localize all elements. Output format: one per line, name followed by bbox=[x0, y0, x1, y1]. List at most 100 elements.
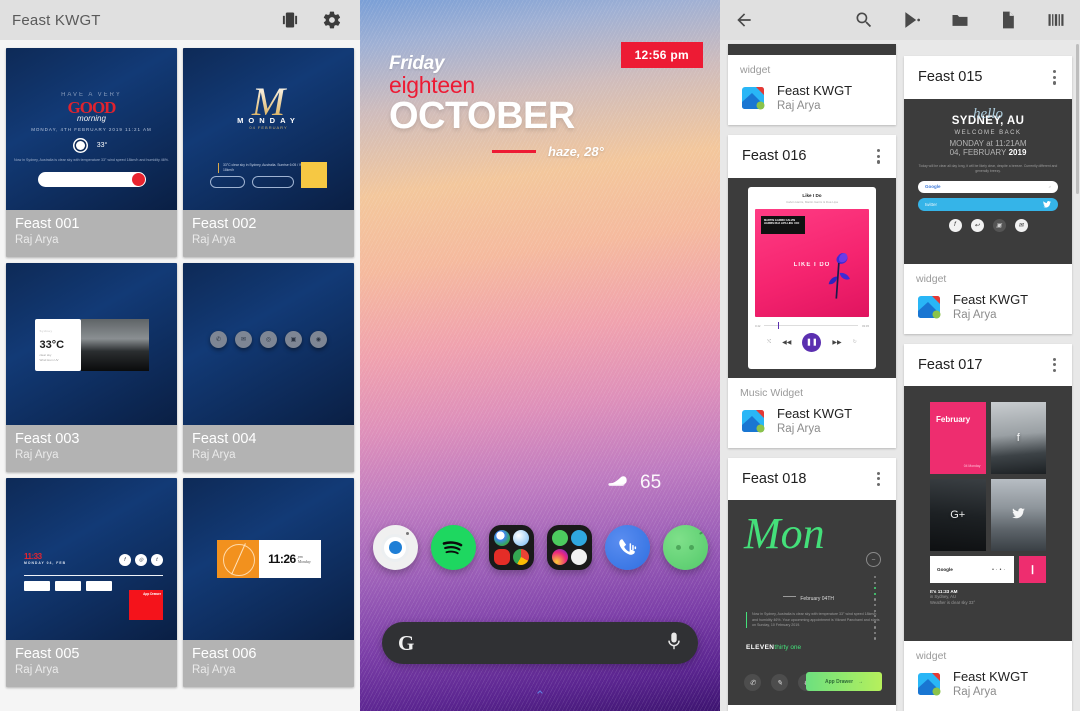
thumb-line-4: MONDAY, 4TH FEBRUARY 2019 11:21 AM bbox=[31, 127, 152, 132]
overflow-menu-icon[interactable] bbox=[1049, 67, 1060, 88]
kwgt-app-icon bbox=[916, 294, 942, 320]
widget-picker-card[interactable]: Feast 016 Like I Do Calvin Harris, Marti… bbox=[728, 135, 896, 448]
widget-card[interactable]: M MONDAY 04 FEBRUARY 33°C clear sky in S… bbox=[183, 48, 354, 257]
googleplus-tile[interactable]: G+ bbox=[930, 479, 986, 552]
widget-card-meta: Feast 004 Raj Arya bbox=[183, 425, 354, 472]
repeat-icon[interactable]: ↻ bbox=[853, 339, 857, 345]
app-name: Feast KWGT bbox=[953, 669, 1029, 685]
camera-app-icon[interactable] bbox=[372, 525, 418, 570]
phone-app-icon[interactable] bbox=[604, 525, 650, 570]
time-badge: 12:56 pm bbox=[620, 42, 703, 68]
next-icon[interactable]: ▶▶ bbox=[832, 339, 841, 346]
green-app-icon[interactable] bbox=[662, 525, 708, 570]
previous-icon[interactable]: ◀◀ bbox=[782, 339, 791, 346]
thumb-art-weather-card: Sydney 33°C clear sky Wind Hum UV bbox=[6, 319, 177, 371]
widget-type-label: Music Widget bbox=[740, 386, 804, 399]
overflow-menu-icon[interactable] bbox=[873, 146, 884, 167]
twitter-tile[interactable] bbox=[990, 479, 1046, 552]
google-search-bar[interactable]: G bbox=[382, 622, 698, 664]
widget-name: Feast 002 bbox=[192, 216, 257, 232]
thumb-body: Now in Sydney, Australia is clear sky wi… bbox=[14, 158, 169, 162]
spotify-app-icon[interactable] bbox=[430, 525, 476, 570]
facebook-tile[interactable]: f bbox=[990, 402, 1046, 475]
kwgt-widget-chooser-panel: Feast KWGT HAVE A VERY GOOD morning MOND… bbox=[0, 0, 360, 711]
chrome-search-mini-icon bbox=[493, 530, 510, 546]
app-drawer-button[interactable]: App Drawer → bbox=[806, 672, 882, 692]
app-line: Feast KWGT Raj Arya bbox=[916, 669, 1060, 699]
mic-icon[interactable] bbox=[666, 631, 682, 656]
progress-bar[interactable] bbox=[764, 322, 858, 330]
share-icon[interactable]: ↩ bbox=[970, 218, 984, 232]
widget-picker-card[interactable]: Feast 015 hello SYDNEY, AU WELCOME BACK … bbox=[904, 56, 1072, 334]
twitter-bar[interactable]: twitter bbox=[918, 197, 1058, 211]
welcome-text: WELCOME BACK bbox=[954, 129, 1022, 136]
phone-icon[interactable]: ✆ bbox=[744, 674, 761, 692]
tile-sub: 04 Monday bbox=[963, 464, 981, 469]
orange-tile bbox=[216, 540, 259, 578]
social-folder-icon[interactable] bbox=[546, 525, 592, 570]
shortcut-icon: ◉ bbox=[310, 331, 327, 348]
thumb-yellow-block bbox=[301, 162, 327, 188]
file-icon[interactable] bbox=[998, 10, 1018, 30]
widget-picker-card[interactable]: Feast 018 Mon February 04TH Now in Sydne… bbox=[728, 457, 896, 711]
widget-author: Raj Arya bbox=[192, 449, 236, 461]
play-pause-icon[interactable]: ❚❚ bbox=[802, 332, 822, 352]
google-search-tile[interactable]: Google •·•· bbox=[930, 556, 1014, 584]
widget-card[interactable]: Sydney 33°C clear sky Wind Hum UV Feast … bbox=[6, 263, 177, 472]
thumb-date: 04 FEBRUARY bbox=[249, 125, 288, 130]
widget-thumbnail-005: 11:33 MONDAY 04, FEB f ◎ t App Drawer bbox=[6, 478, 177, 640]
twitter-mini-icon bbox=[570, 549, 587, 565]
tile-month: February bbox=[936, 415, 971, 425]
card-title: Feast 017 bbox=[918, 356, 983, 373]
widget-card[interactable]: ✆ ✉ ◎ ▣ ◉ Feast 004 Raj Arya bbox=[183, 263, 354, 472]
widget-picker-card[interactable]: Feast 017 February 04 Monday f G+ Google… bbox=[904, 343, 1072, 711]
widget-card-meta: Feast 003 Raj Arya bbox=[6, 425, 177, 472]
app-name: Feast KWGT bbox=[953, 291, 1029, 307]
accent-tile[interactable]: ❙ bbox=[1019, 556, 1046, 584]
dot-track bbox=[873, 576, 876, 640]
widget-card-meta: Feast 002 Raj Arya bbox=[183, 210, 354, 257]
widgets-icon[interactable] bbox=[1046, 10, 1066, 30]
overflow-menu-icon[interactable] bbox=[1049, 355, 1060, 376]
app-drawer-arrow[interactable]: ⌃ bbox=[360, 688, 720, 704]
widget-grid: HAVE A VERY GOOD morning MONDAY, 4TH FEB… bbox=[0, 40, 360, 687]
google-folder-icon[interactable] bbox=[488, 525, 534, 570]
app-info: Feast KWGT Raj Arya bbox=[953, 669, 1028, 699]
mail-icon[interactable]: ✉ bbox=[1014, 218, 1028, 232]
search-bar[interactable]: Google ⌕ bbox=[918, 180, 1058, 193]
widget-picker-panel: widget Feast KWGT Raj Arya Feast 016 Lik… bbox=[720, 0, 1080, 711]
google-g-icon: G bbox=[398, 630, 415, 655]
picker-column-left: widget Feast KWGT Raj Arya Feast 016 Lik… bbox=[728, 44, 896, 711]
scrollbar[interactable] bbox=[1076, 44, 1079, 194]
widget-card[interactable]: HAVE A VERY GOOD morning MONDAY, 4TH FEB… bbox=[6, 48, 177, 257]
back-arrow-icon[interactable] bbox=[734, 10, 754, 30]
app-line: Feast KWGT Raj Arya bbox=[740, 406, 884, 436]
facebook-icon: f bbox=[119, 554, 131, 566]
widget-picker-card[interactable]: widget Feast KWGT Raj Arya bbox=[728, 44, 896, 125]
search-icon[interactable] bbox=[854, 10, 874, 30]
settings-gear-icon[interactable] bbox=[322, 10, 342, 30]
tile-grid: February 04 Monday f G+ bbox=[930, 402, 1046, 552]
facebook-icon[interactable]: f bbox=[948, 218, 962, 232]
total-time: 03:45 bbox=[862, 323, 869, 328]
month-tile: February 04 Monday bbox=[930, 402, 986, 475]
folder-icon[interactable] bbox=[950, 10, 970, 30]
widget-preview-icon[interactable] bbox=[280, 10, 300, 30]
widget-card[interactable]: 11:33 MONDAY 04, FEB f ◎ t App Drawer Fe… bbox=[6, 478, 177, 687]
thumb-button-row bbox=[183, 162, 354, 188]
card-footer: widget Feast KWG bbox=[728, 705, 896, 711]
message-icon[interactable]: ✎ bbox=[771, 674, 788, 692]
shuffle-icon[interactable]: ⤭ bbox=[767, 339, 771, 345]
date-line: February 04TH bbox=[783, 596, 834, 603]
right-toolbar bbox=[720, 0, 1080, 40]
widget-name: Feast 005 bbox=[15, 646, 80, 662]
widget-card[interactable]: 11:26 pm Monday Feast 006 Raj Arya bbox=[183, 478, 354, 687]
instagram-icon[interactable]: ▣ bbox=[992, 218, 1006, 232]
play-store-icon[interactable] bbox=[902, 10, 922, 30]
red-dash bbox=[492, 150, 536, 153]
thumb-day: MONDAY bbox=[237, 116, 300, 125]
elapsed-time: 0:42 bbox=[755, 323, 761, 328]
weather-text: Weather is clear sky 33° bbox=[930, 600, 976, 606]
clock-tile: 11:26 pm Monday bbox=[258, 540, 321, 578]
overflow-menu-icon[interactable] bbox=[873, 469, 884, 490]
